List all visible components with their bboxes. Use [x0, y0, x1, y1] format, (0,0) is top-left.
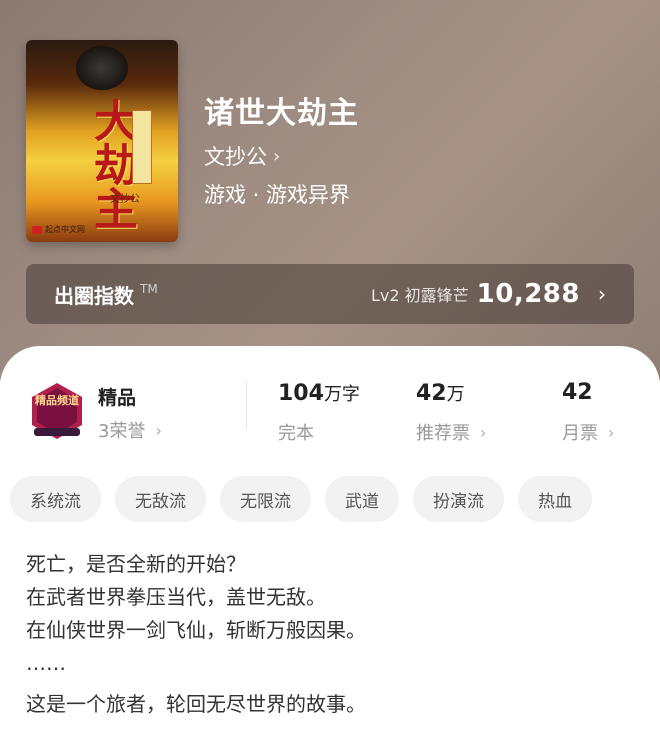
cover-publisher: 起点中文网: [45, 225, 85, 234]
chevron-right-icon: ›: [598, 282, 606, 306]
synopsis-line: 死亡，是否全新的开始？: [26, 552, 246, 576]
monthly-votes: 42: [562, 380, 593, 405]
cover-title: 大劫主: [86, 98, 137, 230]
completion-status: 完本: [278, 419, 314, 445]
synopsis-line: 在武者世界拳压当代，盖世无敌。: [26, 585, 326, 609]
chevron-right-icon: ›: [480, 422, 487, 442]
book-header: 大劫主 文抄公 起点中文网 诸世大劫主 文抄公 › 游戏 · 游戏异界 出圈指数…: [0, 0, 660, 380]
book-cover[interactable]: 大劫主 文抄公 起点中文网: [26, 40, 178, 242]
completion-label: 完本: [278, 423, 314, 444]
honor-count: 3荣誉: [98, 421, 146, 442]
trademark-mark: TM: [140, 282, 158, 296]
badge-ribbon: [34, 428, 80, 436]
recommend-votes-unit: 万: [446, 384, 465, 405]
monthly-votes-label: 月票: [562, 423, 598, 444]
cover-tagline-strip: [132, 110, 152, 184]
synopsis-line: 这是一个旅者，轮回无尽世界的故事。: [26, 692, 366, 716]
monthly-votes-link[interactable]: 月票 ›: [562, 419, 614, 445]
synopsis-line: 在仙侠世界一剑飞仙，斩断万般因果。: [26, 618, 366, 642]
author-name: 文抄公: [204, 145, 267, 169]
recommend-votes-label: 推荐票: [416, 423, 470, 444]
cover-author: 文抄公: [110, 194, 140, 205]
synopsis-line: ……: [26, 651, 66, 675]
tag-list: 系统流 无敌流 无限流 武道 扮演流 热血: [10, 476, 660, 522]
monthly-votes-number: 42: [562, 380, 593, 405]
author-link[interactable]: 文抄公 ›: [204, 141, 280, 171]
book-title: 诸世大劫主: [204, 96, 359, 131]
badge-text: 精品频道: [35, 394, 79, 407]
book-synopsis[interactable]: 死亡，是否全新的开始？ 在武者世界拳压当代，盖世无敌。 在仙侠世界一剑飞仙，斩断…: [26, 548, 626, 721]
honor-label: 精品: [98, 387, 137, 409]
word-count-number: 104: [278, 381, 324, 406]
tag-chip[interactable]: 热血: [518, 476, 592, 522]
tag-chip[interactable]: 扮演流: [413, 476, 504, 522]
index-label: 出圈指数: [54, 283, 134, 308]
word-count: 104万字: [278, 380, 360, 406]
chevron-right-icon: ›: [608, 422, 615, 442]
quality-badge-icon[interactable]: 精品频道: [28, 382, 86, 440]
book-genre: 游戏 · 游戏异界: [204, 183, 351, 207]
recommend-votes-number: 42: [416, 381, 447, 406]
index-level: Lv2 初露锋芒: [371, 286, 469, 305]
tag-chip[interactable]: 武道: [325, 476, 399, 522]
word-count-unit: 万字: [323, 384, 360, 405]
tag-chip[interactable]: 无敌流: [115, 476, 206, 522]
tag-chip[interactable]: 无限流: [220, 476, 311, 522]
tag-chip[interactable]: 系统流: [10, 476, 101, 522]
publisher-logo-icon: [32, 226, 42, 234]
divider: [246, 380, 247, 430]
popularity-index-bar[interactable]: 出圈指数 TM Lv2 初露锋芒 10,288 ›: [26, 264, 634, 324]
recommend-votes: 42万: [416, 380, 465, 406]
chevron-right-icon: ›: [155, 420, 162, 440]
index-value: 10,288: [476, 279, 580, 309]
chevron-right-icon: ›: [273, 145, 281, 167]
honor-count-link[interactable]: 3荣誉 ›: [98, 417, 162, 443]
recommend-votes-link[interactable]: 推荐票 ›: [416, 419, 486, 445]
cover-dragon-art: [76, 46, 128, 90]
